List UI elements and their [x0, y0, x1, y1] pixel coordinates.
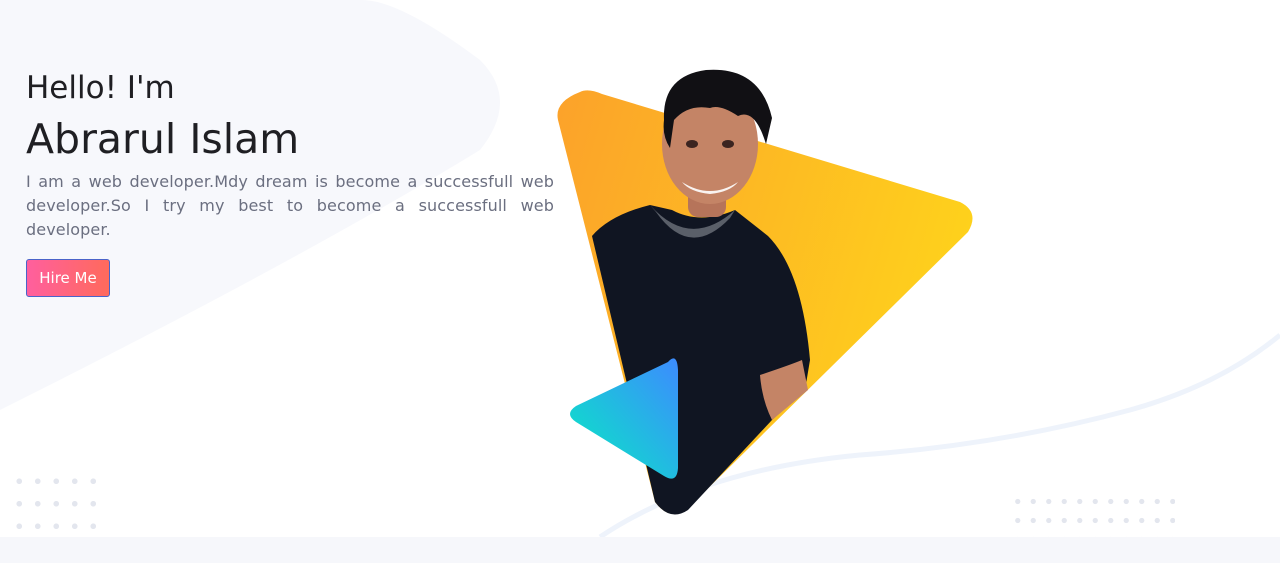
dot-pattern-right [1010, 492, 1175, 537]
bio-text: I am a web developer.Mdy dream is become… [26, 172, 554, 239]
developer-name: Abrarul Islam [26, 115, 300, 163]
dot-pattern-left [10, 470, 100, 530]
hire-me-button[interactable]: Hire Me [26, 259, 110, 297]
greeting-text: Hello! I'm [26, 70, 175, 106]
hero-illustration [557, 69, 973, 515]
footer-strip [0, 537, 1280, 563]
hero-intro: Hello! I'm Abrarul Islam I am a web deve… [26, 66, 554, 297]
hero-section: Hello! I'm Abrarul Islam I am a web deve… [0, 0, 1280, 537]
